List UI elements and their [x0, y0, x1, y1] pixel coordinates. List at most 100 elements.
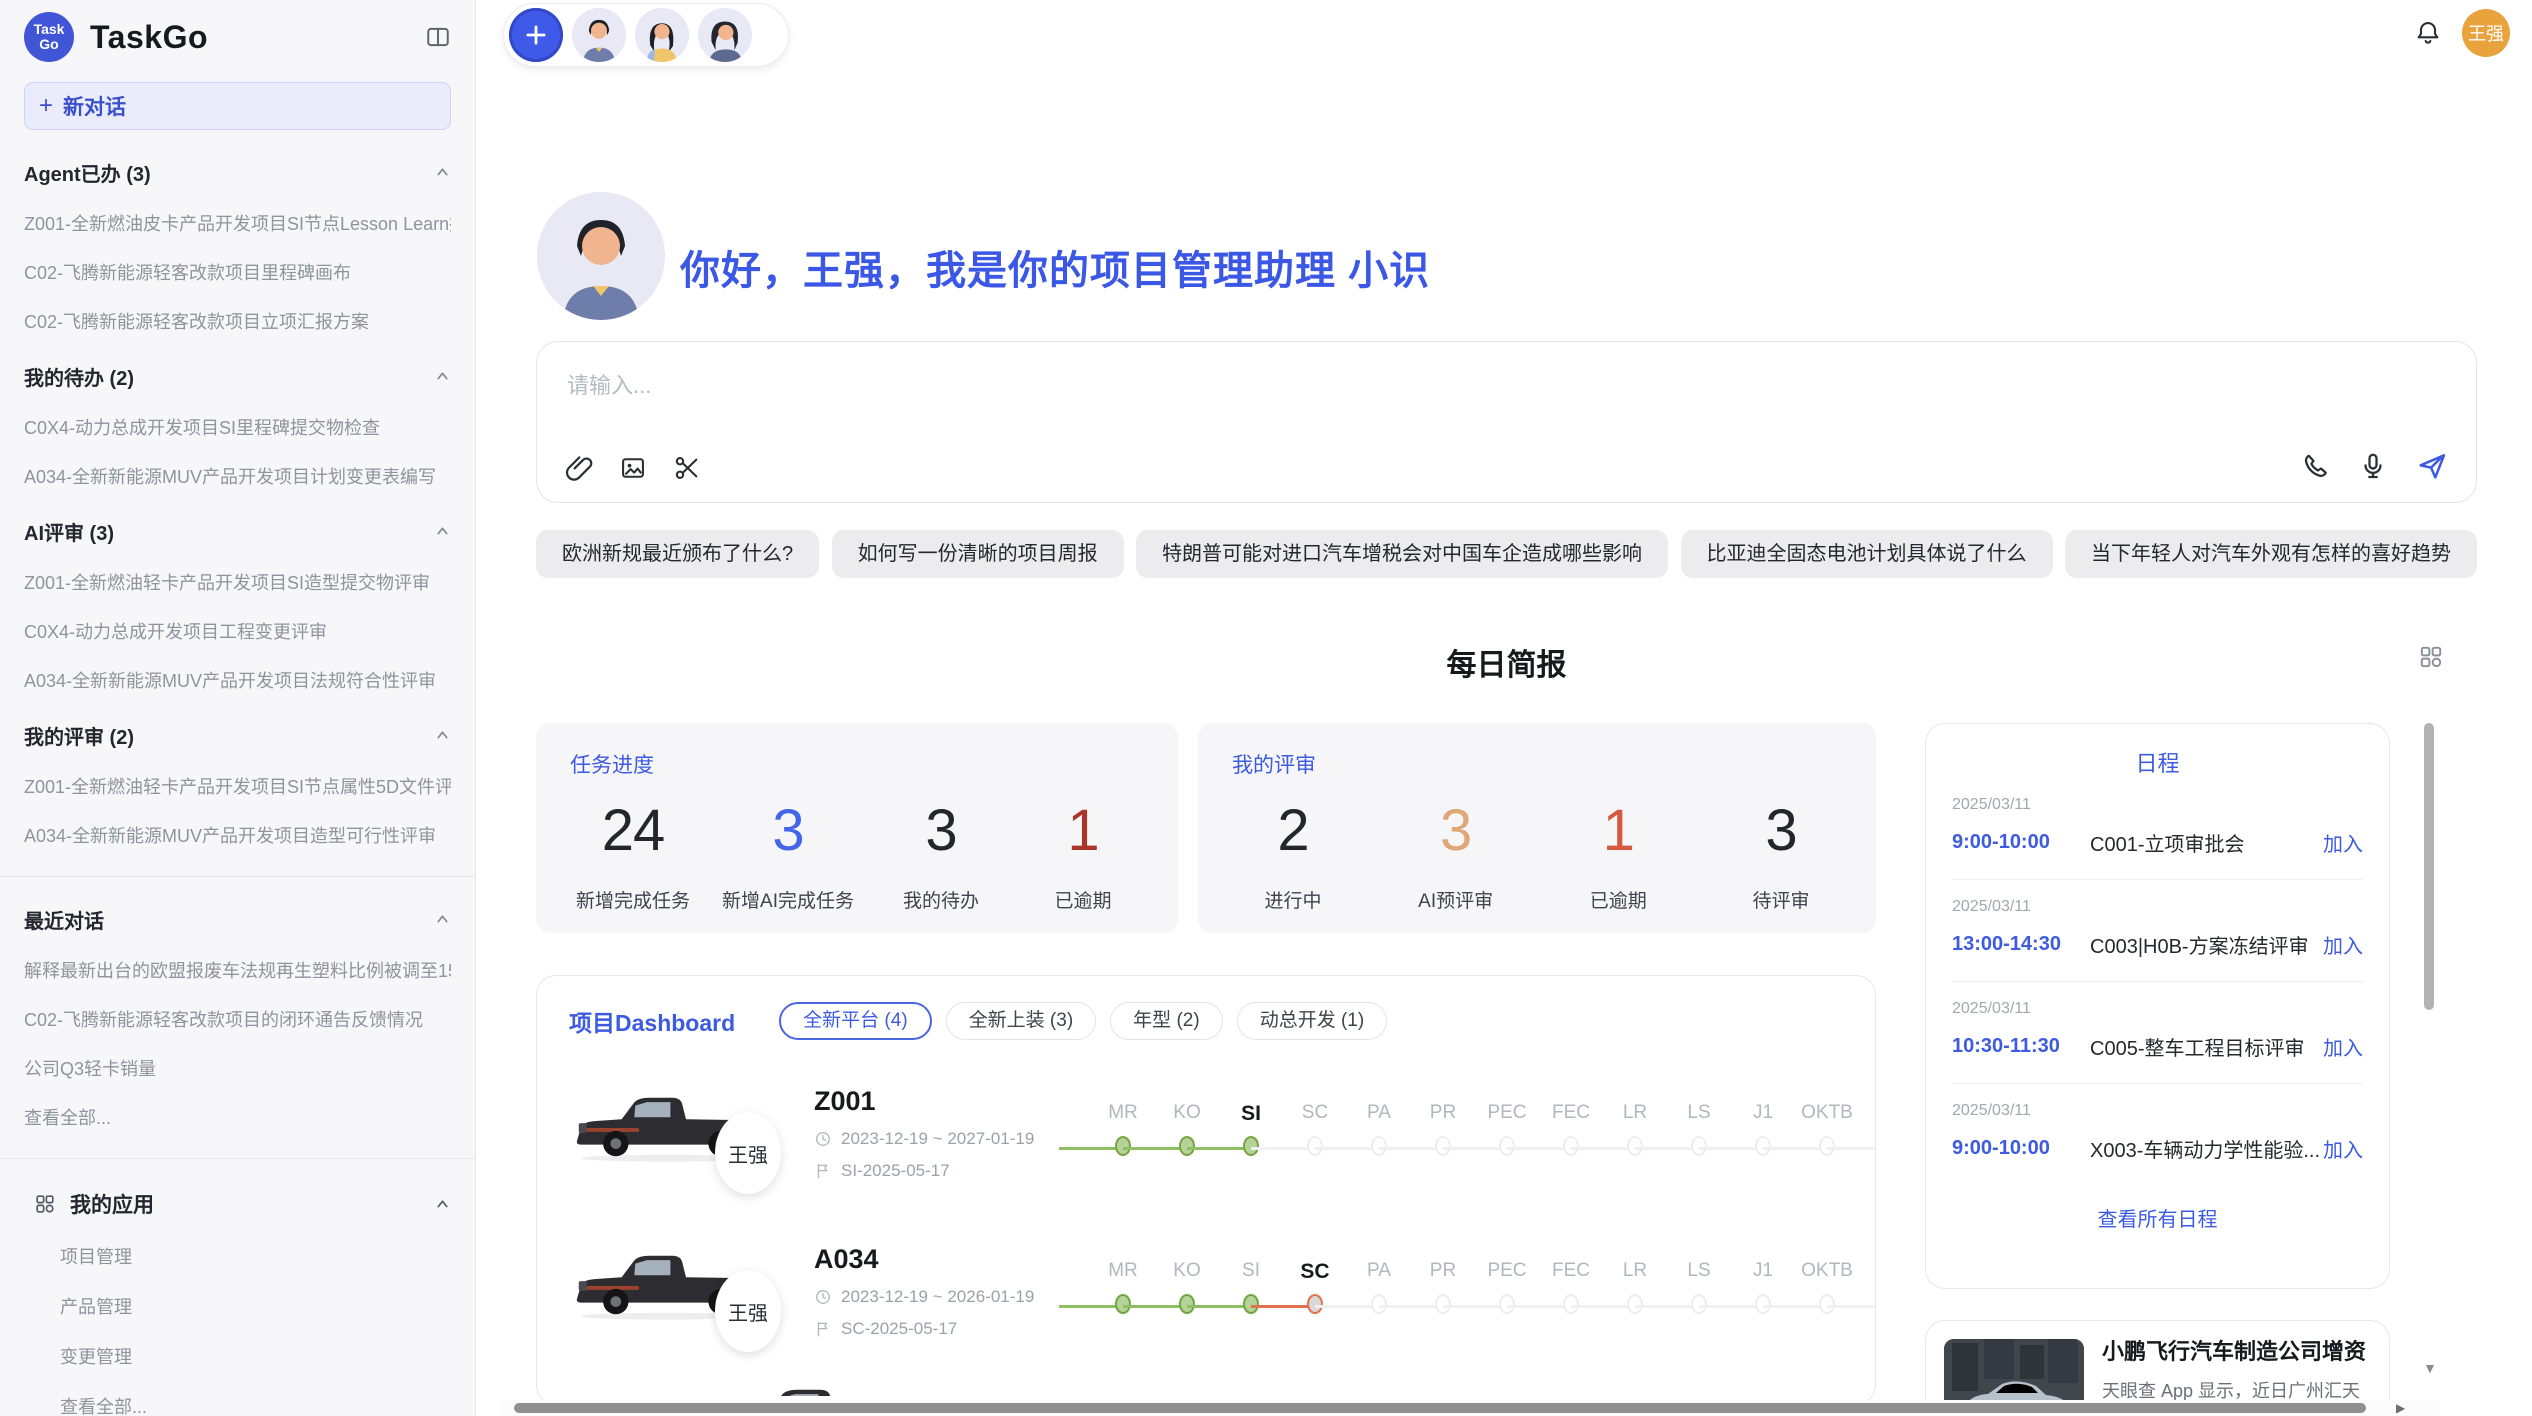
chevron-up-icon[interactable]	[434, 911, 451, 928]
dashboard-tab[interactable]: 动总开发 (1)	[1237, 1002, 1388, 1040]
avatar[interactable]	[698, 8, 752, 62]
stat-label: 已逾期	[1563, 886, 1673, 913]
logo-text-1: Task	[34, 22, 65, 37]
sidebar-section-header[interactable]: 我的评审 (2)	[24, 721, 451, 750]
suggestion-chip[interactable]: 欧洲新规最近颁布了什么?	[536, 530, 819, 578]
my-apps-header[interactable]: 我的应用	[24, 1189, 451, 1219]
section-items: Z001-全新燃油轻卡产品开发项目SI造型提交物评审 C0X4-动力总成开发项目工…	[24, 569, 451, 693]
scroll-down-arrow-icon[interactable]: ▼	[2423, 1360, 2437, 1376]
recent-view-all[interactable]: 查看全部...	[24, 1104, 451, 1130]
sidebar-section-header[interactable]: 我的待办 (2)	[24, 362, 451, 391]
image-upload-icon[interactable]	[619, 454, 647, 482]
sidebar-item[interactable]: Z001-全新燃油轻卡产品开发项目SI节点属性5D文件评审	[24, 773, 451, 799]
milestone-node: PA	[1347, 1260, 1411, 1322]
project-row[interactable]: 王强 A034 2023-12-19 ~ 2026-01-19 SC-2025-…	[537, 1212, 1875, 1370]
app-shortcut-item[interactable]: 项目管理	[60, 1243, 451, 1269]
dashboard-title: 项目Dashboard	[569, 1004, 735, 1038]
sidebar-item[interactable]: C02-飞腾新能源轻客改款项目的闭环通告反馈情况	[24, 1006, 451, 1032]
sidebar-section-header[interactable]: AI评审 (3)	[24, 517, 451, 546]
scroll-right-arrow-icon[interactable]: ▶	[2396, 1401, 2405, 1415]
briefing-layout-icon[interactable]	[2418, 644, 2444, 670]
recent-chats-title: 最近对话	[24, 905, 104, 934]
sidebar-item[interactable]: C0X4-动力总成开发项目工程变更评审	[24, 618, 451, 644]
project-date-range: 2023-12-19 ~ 2027-01-19	[841, 1129, 1034, 1149]
chat-input-box[interactable]: 请输入...	[536, 341, 2477, 503]
milestone-dot	[1755, 1136, 1771, 1156]
project-row[interactable]: 王强 Z001 2023-12-19 ~ 2027-01-19 SI-2025-…	[537, 1054, 1875, 1212]
scissors-icon[interactable]	[673, 454, 701, 482]
milestone-dot	[1563, 1136, 1579, 1156]
milestone-node: FEC	[1539, 1260, 1603, 1322]
attachment-icon[interactable]	[565, 454, 593, 482]
milestone-node	[1859, 1260, 1876, 1322]
milestone-node	[1859, 1102, 1876, 1164]
schedule-card: 日程 2025/03/11 9:00-10:00 C001-立项审批会 加入 2…	[1925, 723, 2390, 1289]
milestone-label: KO	[1173, 1102, 1200, 1130]
sidebar-section: 我的评审 (2) Z001-全新燃油轻卡产品开发项目SI节点属性5D文件评审 A0…	[24, 721, 451, 848]
stat-value: 1	[1563, 797, 1673, 864]
section-items: C0X4-动力总成开发项目SI里程碑提交物检查 A034-全新新能源MUV产品开发…	[24, 414, 451, 489]
sidebar-item[interactable]: C02-飞腾新能源轻客改款项目里程碑画布	[24, 259, 451, 285]
sidebar-item[interactable]: A034-全新新能源MUV产品开发项目造型可行性评审	[24, 822, 451, 848]
suggestion-chip[interactable]: 当下年轻人对汽车外观有怎样的喜好趋势	[2065, 530, 2477, 578]
sidebar-item[interactable]: Z001-全新燃油皮卡产品开发项目SI节点Lesson Learn报告	[24, 210, 451, 236]
join-meeting-link[interactable]: 加入	[2323, 930, 2363, 959]
join-meeting-link[interactable]: 加入	[2323, 1134, 2363, 1163]
sidebar-item[interactable]: C02-飞腾新能源轻客改款项目立项汇报方案	[24, 308, 451, 334]
schedule-event: 2025/03/11 9:00-10:00 X003-车辆动力学性能验... 加…	[1952, 1084, 2363, 1185]
suggestion-chip[interactable]: 如何写一份清晰的项目周报	[832, 530, 1124, 578]
project-name: A034	[814, 1244, 1079, 1275]
project-milestone-date: SI-2025-05-17	[814, 1161, 1079, 1181]
news-title: 小鹏飞行汽车制造公司增资	[2102, 1339, 2371, 1365]
notification-bell-icon[interactable]	[2414, 19, 2442, 47]
event-name: X003-车辆动力学性能验...	[2090, 1134, 2323, 1163]
app-shortcut-item[interactable]: 产品管理	[60, 1293, 451, 1319]
add-session-button[interactable]	[509, 8, 563, 62]
collapse-sidebar-icon[interactable]	[425, 24, 451, 50]
sidebar-item[interactable]: A034-全新新能源MUV产品开发项目法规符合性评审	[24, 667, 451, 693]
apps-view-all[interactable]: 查看全部...	[60, 1393, 451, 1416]
view-all-schedule-link[interactable]: 查看所有日程	[1952, 1203, 2363, 1232]
event-row: 9:00-10:00 C001-立项审批会 加入	[1952, 828, 2363, 857]
sidebar-item[interactable]: 解释最新出台的欧盟报废车法规再生塑料比例被调至15%...	[24, 957, 451, 983]
sidebar: Task Go TaskGo + 新对话 Agent已办 (3) Z001-全新…	[0, 0, 476, 1416]
phone-call-icon[interactable]	[2300, 451, 2330, 481]
app-shortcut-item[interactable]: 变更管理	[60, 1343, 451, 1369]
dashboard-tab[interactable]: 年型 (2)	[1110, 1002, 1223, 1040]
chevron-up-icon[interactable]	[434, 727, 451, 744]
suggestion-chip[interactable]: 特朗普可能对进口汽车增税会对中国车企造成哪些影响	[1136, 530, 1668, 578]
avatar[interactable]	[635, 8, 689, 62]
send-icon[interactable]	[2416, 450, 2448, 482]
sidebar-item[interactable]: C0X4-动力总成开发项目SI里程碑提交物检查	[24, 414, 451, 440]
sidebar-item[interactable]: 公司Q3轻卡销量	[24, 1055, 451, 1081]
suggestion-chip[interactable]: 比亚迪全固态电池计划具体说了什么	[1681, 530, 2053, 578]
milestone-connector	[1827, 1305, 1876, 1308]
chevron-up-icon[interactable]	[434, 1196, 451, 1213]
horizontal-scrollbar[interactable]: ▶	[500, 1400, 2440, 1416]
milestone-node: MR	[1091, 1102, 1155, 1164]
suggestion-chips: 欧洲新规最近颁布了什么? 如何写一份清晰的项目周报特朗普可能对进口汽车增税会对中国…	[536, 530, 2477, 578]
milestone-label: PA	[1367, 1102, 1391, 1130]
user-avatar[interactable]: 王强	[2462, 9, 2510, 57]
milestone-connector	[1123, 1147, 1187, 1150]
stat-item: 24 新增完成任务	[576, 797, 690, 913]
microphone-icon[interactable]	[2358, 451, 2388, 481]
horizontal-scrollbar-thumb[interactable]	[514, 1403, 2366, 1413]
recent-chats-header[interactable]: 最近对话	[24, 905, 451, 934]
stat-value: 3	[1726, 797, 1836, 864]
join-meeting-link[interactable]: 加入	[2323, 1032, 2363, 1061]
sidebar-item[interactable]: Z001-全新燃油轻卡产品开发项目SI造型提交物评审	[24, 569, 451, 595]
sidebar-section-header[interactable]: Agent已办 (3)	[24, 158, 451, 187]
vertical-scrollbar-thumb[interactable]	[2424, 723, 2434, 1010]
avatar[interactable]	[572, 8, 626, 62]
dashboard-tab[interactable]: 全新平台 (4)	[779, 1002, 932, 1040]
dashboard-tab[interactable]: 全新上装 (3)	[946, 1002, 1097, 1040]
chevron-up-icon[interactable]	[434, 523, 451, 540]
chevron-up-icon[interactable]	[434, 164, 451, 181]
join-meeting-link[interactable]: 加入	[2323, 828, 2363, 857]
chevron-up-icon[interactable]	[434, 368, 451, 385]
plus-icon	[523, 22, 549, 48]
sidebar-item[interactable]: A034-全新新能源MUV产品开发项目计划变更表编写	[24, 463, 451, 489]
milestone-stepper: MR KO SI SC PA PR	[1091, 1260, 1876, 1322]
new-chat-button[interactable]: + 新对话	[24, 82, 451, 130]
